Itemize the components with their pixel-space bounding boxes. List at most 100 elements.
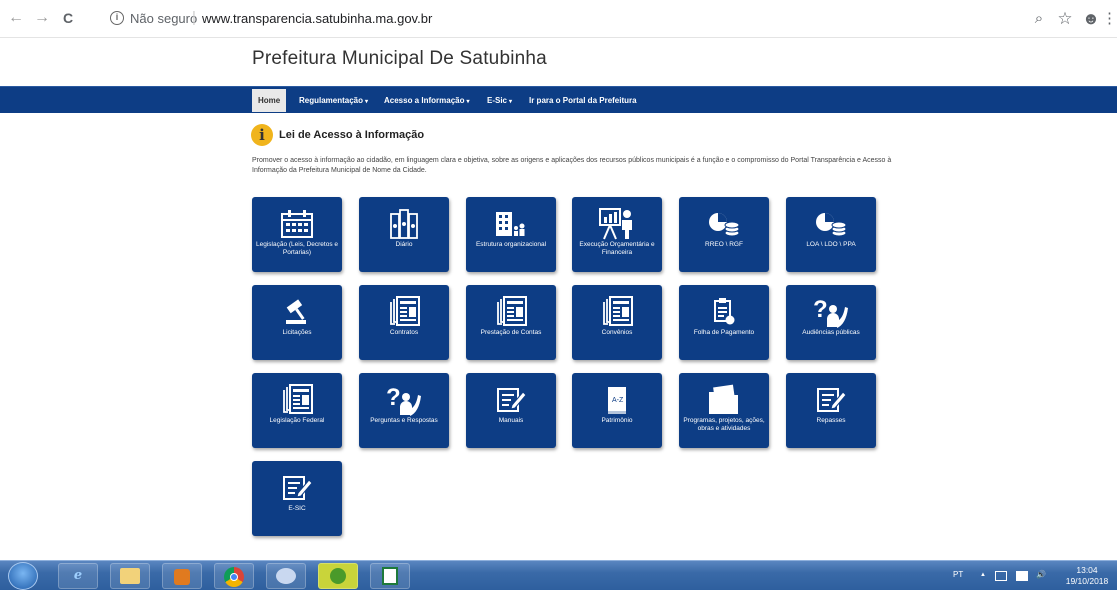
clipboard-icon: [679, 297, 769, 327]
tile-contratos[interactable]: Contratos: [359, 285, 449, 360]
tile-loa-ldo-ppa[interactable]: LOA \ LDO \ PPA: [786, 197, 876, 272]
tile-label: Legislação (Leis, Decretos e Portarias): [255, 241, 338, 256]
nav-home[interactable]: Home: [252, 89, 287, 112]
browser-toolbar: ← → C i Não seguro | www.transparencia.s…: [0, 0, 1117, 38]
tile-legislacao-federal[interactable]: Legislação Federal: [252, 373, 342, 448]
windows-taskbar: e PT ▲ 🔊: [0, 560, 1117, 590]
tile-repasses[interactable]: Repasses: [786, 373, 876, 448]
volume-icon[interactable]: 🔊: [1036, 570, 1046, 579]
tile-e-sic[interactable]: E-SIC: [252, 461, 342, 536]
tile-label: LOA \ LDO \ PPA: [806, 241, 856, 248]
profile-icon[interactable]: ☻: [1082, 10, 1100, 28]
building-icon: [466, 209, 556, 239]
forward-icon[interactable]: →: [32, 8, 52, 28]
edit-icon: [252, 473, 342, 503]
tile-label: Repasses: [816, 417, 846, 424]
newspaper-icon: [359, 296, 449, 327]
nav-esic-label: E-Sic: [487, 96, 508, 105]
tile-label: Perguntas e Respostas: [370, 417, 438, 424]
nav-portal[interactable]: Ir para o Portal da Prefeitura: [529, 87, 637, 114]
clock-time: 13:04: [1076, 565, 1098, 575]
chrome-icon[interactable]: [214, 563, 254, 589]
newspaper-icon: [466, 296, 556, 327]
tile-convenios[interactable]: Convênios: [572, 285, 662, 360]
svg-text:?: ?: [386, 384, 401, 411]
back-icon[interactable]: ←: [6, 8, 26, 28]
svg-text:?: ?: [813, 296, 828, 323]
tile-label: Patrimônio: [601, 417, 633, 424]
pie-coins-icon: [786, 209, 876, 239]
flag-icon[interactable]: [1016, 571, 1028, 581]
zoom-icon[interactable]: ⌕: [1030, 10, 1048, 28]
explorer-icon[interactable]: [110, 563, 150, 589]
section-title: Lei de Acesso à Informação: [279, 129, 425, 141]
tile-diario[interactable]: Diário: [359, 197, 449, 272]
newspaper-icon: [572, 296, 662, 327]
tile-label: Prestação de Contas: [480, 329, 542, 336]
tile-label: Programas, projetos, ações, obras e ativ…: [683, 417, 765, 432]
tile-legislacao-leis-decretos-e-portarias[interactable]: Legislação (Leis, Decretos e Portarias): [252, 197, 342, 272]
gavel-icon: [252, 297, 342, 327]
clock[interactable]: 13:04 19/10/2018: [1062, 565, 1112, 587]
tile-patrimonio[interactable]: A-Z Patrimônio: [572, 373, 662, 448]
tile-label: RREO \ RGF: [705, 241, 743, 248]
presentation-icon: [572, 208, 662, 240]
tile-audiencias-publicas[interactable]: ? Audiências públicas: [786, 285, 876, 360]
tray-expand-icon[interactable]: ▲: [980, 572, 986, 578]
tile-estrutura-organizacional[interactable]: Estrutura organizacional: [466, 197, 556, 272]
pie-coins-icon: [679, 209, 769, 239]
tile-prestacao-de-contas[interactable]: Prestação de Contas: [466, 285, 556, 360]
edit-icon: [466, 385, 556, 415]
info-icon[interactable]: i: [110, 11, 124, 25]
tile-licitacoes[interactable]: Licitações: [252, 285, 342, 360]
ie-icon[interactable]: e: [58, 563, 98, 589]
media-player-icon[interactable]: [162, 563, 202, 589]
nav-regulamentacao[interactable]: Regulamentação ▾: [299, 87, 368, 114]
tile-label: Audiências públicas: [802, 329, 860, 336]
books-icon: [359, 209, 449, 239]
url-text[interactable]: www.transparencia.satubinha.ma.gov.br: [202, 11, 432, 26]
folder-icon: [679, 384, 769, 415]
main-navbar: Home Regulamentação ▾ Acesso a Informação…: [0, 86, 1117, 113]
book-az-icon: A-Z: [572, 385, 662, 415]
question-person-icon: ?: [786, 296, 876, 328]
network-icon[interactable]: [995, 571, 1007, 581]
menu-icon[interactable]: ⋮: [1102, 10, 1117, 28]
chevron-down-icon: ▾: [509, 99, 513, 105]
info-icon: i: [251, 124, 273, 146]
tile-perguntas-e-respostas[interactable]: ? Perguntas e Respostas: [359, 373, 449, 448]
tile-execucao-orcamentaria-e-financeira[interactable]: Execução Orçamentária e Financeira: [572, 197, 662, 272]
language-indicator[interactable]: PT: [953, 570, 963, 579]
tile-label: Convênios: [601, 329, 633, 336]
tile-label: Licitações: [282, 329, 312, 336]
tile-label: Legislação Federal: [269, 417, 325, 424]
tile-folha-de-pagamento[interactable]: Folha de Pagamento: [679, 285, 769, 360]
nav-acesso[interactable]: Acesso a Informação ▾: [384, 87, 470, 114]
security-label[interactable]: Não seguro: [130, 11, 197, 26]
tile-label: Diário: [395, 241, 413, 248]
chevron-down-icon: ▾: [365, 99, 369, 105]
tile-programas-projetos-acoes-obras-e-atividades[interactable]: Programas, projetos, ações, obras e ativ…: [679, 373, 769, 448]
tile-label: Manuais: [498, 417, 524, 424]
tile-label: E-SIC: [288, 505, 306, 512]
nav-esic[interactable]: E-Sic ▾: [487, 87, 512, 114]
site-title: Prefeitura Municipal De Satubinha: [252, 48, 547, 69]
nav-acesso-label: Acesso a Informação: [384, 96, 465, 105]
tile-label: Contratos: [389, 329, 419, 336]
question-person-icon: ?: [359, 384, 449, 416]
svg-text:A-Z: A-Z: [612, 397, 624, 404]
edit-icon: [786, 385, 876, 415]
tile-manuais[interactable]: Manuais: [466, 373, 556, 448]
star-icon[interactable]: ☆: [1056, 10, 1074, 28]
calendar-icon: [252, 209, 342, 239]
spreadsheet-icon[interactable]: [370, 563, 410, 589]
reload-icon[interactable]: C: [58, 8, 78, 28]
clock-date: 19/10/2018: [1065, 576, 1109, 586]
app-icon[interactable]: [318, 563, 358, 589]
paint-icon[interactable]: [266, 563, 306, 589]
chevron-down-icon: ▾: [466, 99, 470, 105]
start-button[interactable]: [8, 562, 38, 590]
tile-rreo-rgf[interactable]: RREO \ RGF: [679, 197, 769, 272]
divider: |: [192, 9, 196, 26]
newspaper-icon: [252, 384, 342, 415]
